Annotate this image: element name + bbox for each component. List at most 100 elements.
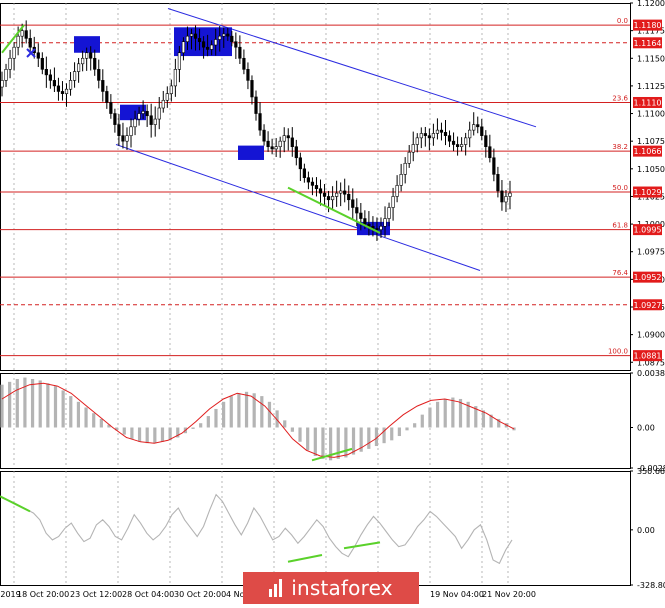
candle-body [488, 146, 492, 159]
candle-body [464, 137, 468, 145]
candle-body [347, 193, 351, 201]
candle-body [101, 80, 105, 92]
candle-body [480, 126, 484, 136]
candle-body [399, 174, 403, 186]
macd-histogram-bar [397, 427, 401, 437]
candle-body [28, 38, 32, 48]
macd-histogram-bar [160, 427, 165, 442]
candle-body [197, 38, 202, 42]
candle-body [145, 111, 149, 117]
oscillator-axis-label: 350.6602 [637, 467, 665, 476]
instaforex-watermark: instaforex [243, 572, 419, 604]
fib-price-tag-text: 1.0952 [634, 273, 662, 282]
macd-axis-label: 0.00 [637, 423, 655, 432]
macd-histogram-bar [153, 427, 157, 444]
oscillator-axis-label: 0.00 [637, 526, 655, 535]
macd-histogram-bar [222, 401, 226, 428]
candle-body [72, 71, 77, 81]
candle-body [472, 124, 476, 131]
trend-channel-lower-line [115, 144, 481, 271]
fib-level-label: 23.6 [612, 94, 628, 102]
macd-histogram-bar [53, 386, 58, 428]
green-divergence-line-osc [287, 554, 323, 563]
macd-histogram-bar [267, 401, 272, 428]
macd-histogram-bar [367, 427, 371, 449]
macd-histogram-bar [38, 380, 42, 428]
candle-body [0, 80, 4, 88]
price-axis-label: 1.1150 [637, 54, 665, 63]
fib-level-label: 0.0 [617, 17, 628, 25]
candle-body [431, 133, 435, 139]
macd-histogram-bar [137, 427, 142, 442]
candle-body [250, 80, 254, 98]
macd-histogram-bar [283, 420, 287, 428]
candle-body [258, 113, 262, 131]
candle-body [443, 132, 448, 136]
candle-body [238, 46, 242, 59]
candle-body [415, 137, 419, 145]
candle-body [113, 113, 117, 125]
macd-histogram-bar [428, 407, 432, 428]
candle-body [234, 41, 238, 48]
candle-body [262, 129, 266, 142]
candle-body [40, 57, 44, 70]
macd-histogram-bar [237, 393, 241, 428]
macd-histogram-bar [229, 396, 233, 428]
macd-histogram-bar [15, 378, 19, 428]
candle-body [109, 102, 113, 114]
candle-body [125, 135, 129, 142]
macd-histogram-bar [23, 377, 27, 428]
candle-body [335, 192, 339, 197]
candle-body [4, 69, 8, 81]
fib-price-tag-text: 1.1029 [634, 188, 662, 197]
candle-body [331, 196, 335, 201]
candle-body [355, 207, 359, 214]
candle-body [407, 151, 411, 164]
trading-chart[interactable]: 1.1200 1.1175 1.1150 1.1125 1.1100 1.1075 1.10… [0, 0, 665, 604]
candle-body [282, 135, 286, 142]
time-axis-label: 21 Nov 20:00 [482, 590, 536, 599]
time-axis-label: 18 Oct 20:00 [17, 590, 69, 599]
macd-histogram-bar [451, 397, 455, 428]
macd-histogram-bar [8, 381, 12, 428]
candle-body [24, 30, 28, 39]
macd-histogram-bar [130, 427, 134, 439]
candle-body [242, 57, 246, 70]
macd-histogram-bar [351, 427, 356, 455]
fib-level-label: 38.2 [612, 143, 628, 151]
candle-body [290, 137, 294, 148]
candle-body [266, 140, 270, 148]
candle-body [157, 107, 161, 120]
macd-histogram-bar [0, 384, 4, 428]
instaforex-logo-icon [269, 579, 284, 597]
candle-body [60, 91, 65, 94]
candle-body [20, 30, 24, 37]
candle-body [419, 133, 423, 139]
candle-body [121, 135, 125, 142]
macd-histogram-bar [344, 427, 348, 458]
candle-body [8, 57, 12, 70]
candle-body [455, 144, 460, 148]
candle-body [177, 52, 181, 70]
macd-histogram-bar [30, 378, 35, 428]
macd-histogram-bar [298, 427, 302, 442]
chart-canvas: 1.12001.11751.11501.11251.11001.10751.10… [0, 0, 665, 599]
candle-body [383, 218, 387, 227]
fib-price-tag-text: 1.1110 [634, 98, 662, 107]
trend-channel-upper-line [167, 8, 537, 128]
candle-body [117, 124, 121, 136]
macd-histogram-bar [61, 390, 65, 428]
candle-body [226, 33, 230, 37]
macd-histogram-bar [443, 398, 447, 428]
candle-body [411, 144, 415, 153]
candle-body [294, 146, 298, 159]
candle-body [185, 35, 190, 42]
candle-body [137, 113, 141, 120]
fib-price-tag-text: 1.0927 [634, 301, 662, 310]
candle-body [270, 146, 274, 150]
price-axis-label: 1.1200 [637, 0, 665, 8]
candle-body [435, 129, 440, 134]
candle-body [439, 129, 444, 133]
candle-body [48, 74, 52, 81]
candle-body [484, 135, 488, 148]
